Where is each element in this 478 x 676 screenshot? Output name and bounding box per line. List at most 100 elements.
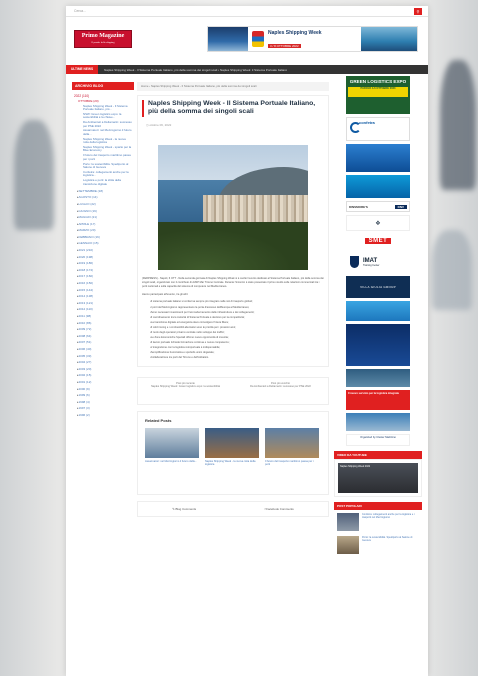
news-ticker-bar: ULTIME NEWS Naples Shipping Week - Il Si… [66, 65, 428, 74]
archive-post-link[interactable]: Naples Shipping Week - spazio per la Blu… [83, 145, 132, 153]
archive-period-link[interactable]: MAGGIO (21) [77, 215, 132, 219]
ad-imat[interactable]: IMAT Training Center [346, 251, 410, 273]
ad-light-blue[interactable] [346, 301, 410, 321]
archive-period-link[interactable]: 2014 (138) [77, 294, 132, 298]
top-bar: Cerca... ⚲ [66, 6, 428, 17]
archive-period-link[interactable]: 2000 (9) [77, 387, 132, 391]
archive-period-link[interactable]: 1999 (6) [77, 393, 132, 397]
site-logo[interactable]: Primo Magazine Il portale dello shipping [74, 30, 132, 48]
archive-period-link[interactable]: 2006 (40) [77, 347, 132, 351]
archive-period-link[interactable]: 2001 (12) [77, 380, 132, 384]
related-card[interactable]: Assarmatori: nel Mezzogiorno il futuro d… [145, 427, 199, 467]
archive-period-link[interactable]: 2009 (72) [77, 327, 132, 331]
ad-port-image[interactable] [346, 369, 410, 387]
archive-period-link[interactable]: 1997 (3) [77, 406, 132, 410]
banner-ship-image [208, 27, 248, 51]
archive-post-link[interactable]: Naples Shipping Week - Il Sistema Portua… [83, 104, 132, 112]
archive-period-link[interactable]: 2016 (150) [77, 281, 132, 285]
imat-text: IMAT Training Center [363, 258, 379, 267]
archive-period-link[interactable]: 2013 (121) [77, 301, 132, 305]
popular-posts-widget: POST POPOLARI Confetra: collegamenti anc… [334, 502, 422, 562]
ad-villa-giulia[interactable]: VILLA GIULIA GROUP [346, 276, 410, 298]
archive-period-link[interactable]: 2004 (27) [77, 360, 132, 364]
smet-label: SMET [364, 238, 392, 244]
archive-period-link[interactable]: GENNAIO (15) [77, 241, 132, 245]
archive-period-link[interactable]: 2019 (186) [77, 261, 132, 265]
video-thumbnail[interactable]: Naples Shipping Week 2022 [338, 463, 418, 493]
archive-period-link[interactable]: 2020 (198) [77, 255, 132, 259]
video-caption: Naples Shipping Week 2022 [340, 465, 371, 468]
archive-period-link[interactable]: AGOSTO (14) [77, 195, 132, 199]
ad-eagle-logo[interactable]: ❖ [346, 215, 410, 231]
popular-post-title: Porto: la sostenibilità. Spediporto al S… [362, 536, 413, 543]
archive-post-link[interactable]: Porto: la sostenibilità. Spediporto al S… [83, 162, 132, 170]
related-card[interactable]: Naples Shipping Week - la nuova rotta de… [205, 427, 259, 467]
ticker-label: ULTIME NEWS [66, 65, 99, 74]
archive-period-link[interactable]: 2010 (86) [77, 321, 132, 325]
ad-dinsmores-dnv[interactable]: DINSMORE'S DNV [346, 201, 410, 212]
ad-blue-banner-2[interactable] [346, 175, 410, 198]
ad-organizers[interactable]: Organized by Cluster Marittimo [346, 434, 410, 446]
next-post-link[interactable]: Post più vecchio Da Ambienteit a Deltama… [233, 378, 328, 404]
eagle-icon: ❖ [375, 220, 381, 227]
archive-period-link[interactable]: 2021 (210) [77, 248, 132, 252]
archive-period-link[interactable]: 2011 (98) [77, 314, 132, 318]
ticker-text[interactable]: Naples Shipping Week - Il Sistema Portua… [104, 68, 287, 72]
archive-month-current[interactable]: OTTOBRE (20) [78, 99, 132, 103]
archive-post-link[interactable]: NSW: Green logistics expo: la sostenibil… [83, 112, 132, 120]
imat-name: IMAT [363, 257, 378, 264]
archive-period-link[interactable]: 2015 (144) [77, 288, 132, 292]
search-button[interactable]: ⚲ [414, 8, 422, 15]
archive-post-link[interactable]: Da Ambienteit a Deltamarin: successo per… [83, 120, 132, 128]
blog-comments-tab[interactable]: ✎ Blog Comments [172, 507, 196, 511]
popular-post-item[interactable]: Confetra: collegamenti anche per la logi… [337, 513, 419, 531]
ad-confetra[interactable]: confetra [346, 117, 410, 141]
header-banner[interactable]: Naples Shipping Week 3 / 8 OTTOBRE 2022 [207, 26, 418, 52]
archive-period-link[interactable]: 2005 (33) [77, 354, 132, 358]
archive-post-link[interactable]: Naples Shipping Week - la nuova rotta de… [83, 137, 132, 145]
archive-period-link[interactable]: 2012 (110) [77, 307, 132, 311]
archive-period-link[interactable]: 2018 (174) [77, 268, 132, 272]
page-container: Cerca... ⚲ Primo Magazine Il portale del… [66, 6, 428, 676]
related-card[interactable]: Il futuro del trasporto marittimo passa … [265, 427, 319, 467]
ad-green-logistics-expo[interactable]: GREEN LOGISTICS EXPO PADOVA 4-6 OTTOBRE … [346, 76, 410, 114]
prev-post-link[interactable]: Post più recente Naples Shipping Week: G… [138, 378, 233, 404]
archive-period-link[interactable]: GIUGNO (19) [77, 209, 132, 213]
archive-post-link[interactable]: Il futuro del trasporto marittimo passa … [83, 154, 132, 161]
archive-year-current[interactable]: 2022 (110) [74, 94, 132, 98]
video-widget: VIDEO DA YOUTUBE Naples Shipping Week 20… [334, 451, 422, 497]
archive-period-link[interactable]: 2003 (20) [77, 367, 132, 371]
archive-period-link[interactable]: 1998 (4) [77, 400, 132, 404]
archive-period-link[interactable]: APRILE (17) [77, 222, 132, 226]
ad-red-promo[interactable]: Il nuovo servizio per la logistica integ… [346, 390, 410, 410]
archive-period-link[interactable]: 1996 (2) [77, 413, 132, 417]
archive-period-link[interactable]: 2007 (51) [77, 340, 132, 344]
article-bullet-list: Il sistema portuale italiano si conferma… [150, 300, 324, 360]
archive-post-link[interactable]: Assarmatori: nel Mezzogiorno il futuro d… [83, 129, 132, 136]
article-bullet: Il sistema portuale italiano si conferma… [150, 300, 324, 304]
ad-small-image[interactable] [346, 413, 410, 431]
ad-smet[interactable]: SMET [346, 234, 410, 248]
archive-period-link[interactable]: 2017 (160) [77, 274, 132, 278]
breadcrumb[interactable]: Home › Naples Shipping Week - Il Sistema… [137, 82, 329, 91]
facebook-comments-tab[interactable]: f Facebook Comments [265, 507, 294, 511]
ad-blue-banner[interactable] [346, 144, 410, 172]
article-bullet: Il coordinamento tra le Autorità di Sist… [150, 316, 324, 320]
archive-period-link[interactable]: 2002 (15) [77, 373, 132, 377]
archive-period-link[interactable]: MARZO (20) [77, 228, 132, 232]
article-paragraph-2: Hanno partecipato all'evento, tra gli al… [142, 292, 189, 296]
archive-post-link[interactable]: Confetra: collegamenti anche per la logi… [83, 170, 132, 178]
archive-period-link[interactable]: LUGLIO (22) [77, 202, 132, 206]
search-input[interactable]: Cerca... [72, 8, 407, 15]
next-post-title: Da Ambienteit a Deltamarin: successo per… [250, 385, 311, 389]
popular-post-title: Confetra: collegamenti anche per la logi… [362, 513, 415, 520]
video-player[interactable]: Naples Shipping Week 2022 [334, 459, 422, 497]
related-grid: Assarmatori: nel Mezzogiorno il futuro d… [145, 427, 321, 467]
article-title: Naples Shipping Week - Il Sistema Portua… [142, 100, 324, 117]
archive-period-link[interactable]: 2008 (64) [77, 334, 132, 338]
archive-period-link[interactable]: SETTEMBRE (18) [77, 189, 132, 193]
popular-post-item[interactable]: Porto: la sostenibilità. Spediporto al S… [337, 536, 419, 554]
archive-post-link[interactable]: Logistica e porti: la sfida della transi… [83, 179, 132, 186]
ad-navy-banner[interactable] [346, 324, 410, 366]
archive-period-link[interactable]: FEBBRAIO (16) [77, 235, 132, 239]
